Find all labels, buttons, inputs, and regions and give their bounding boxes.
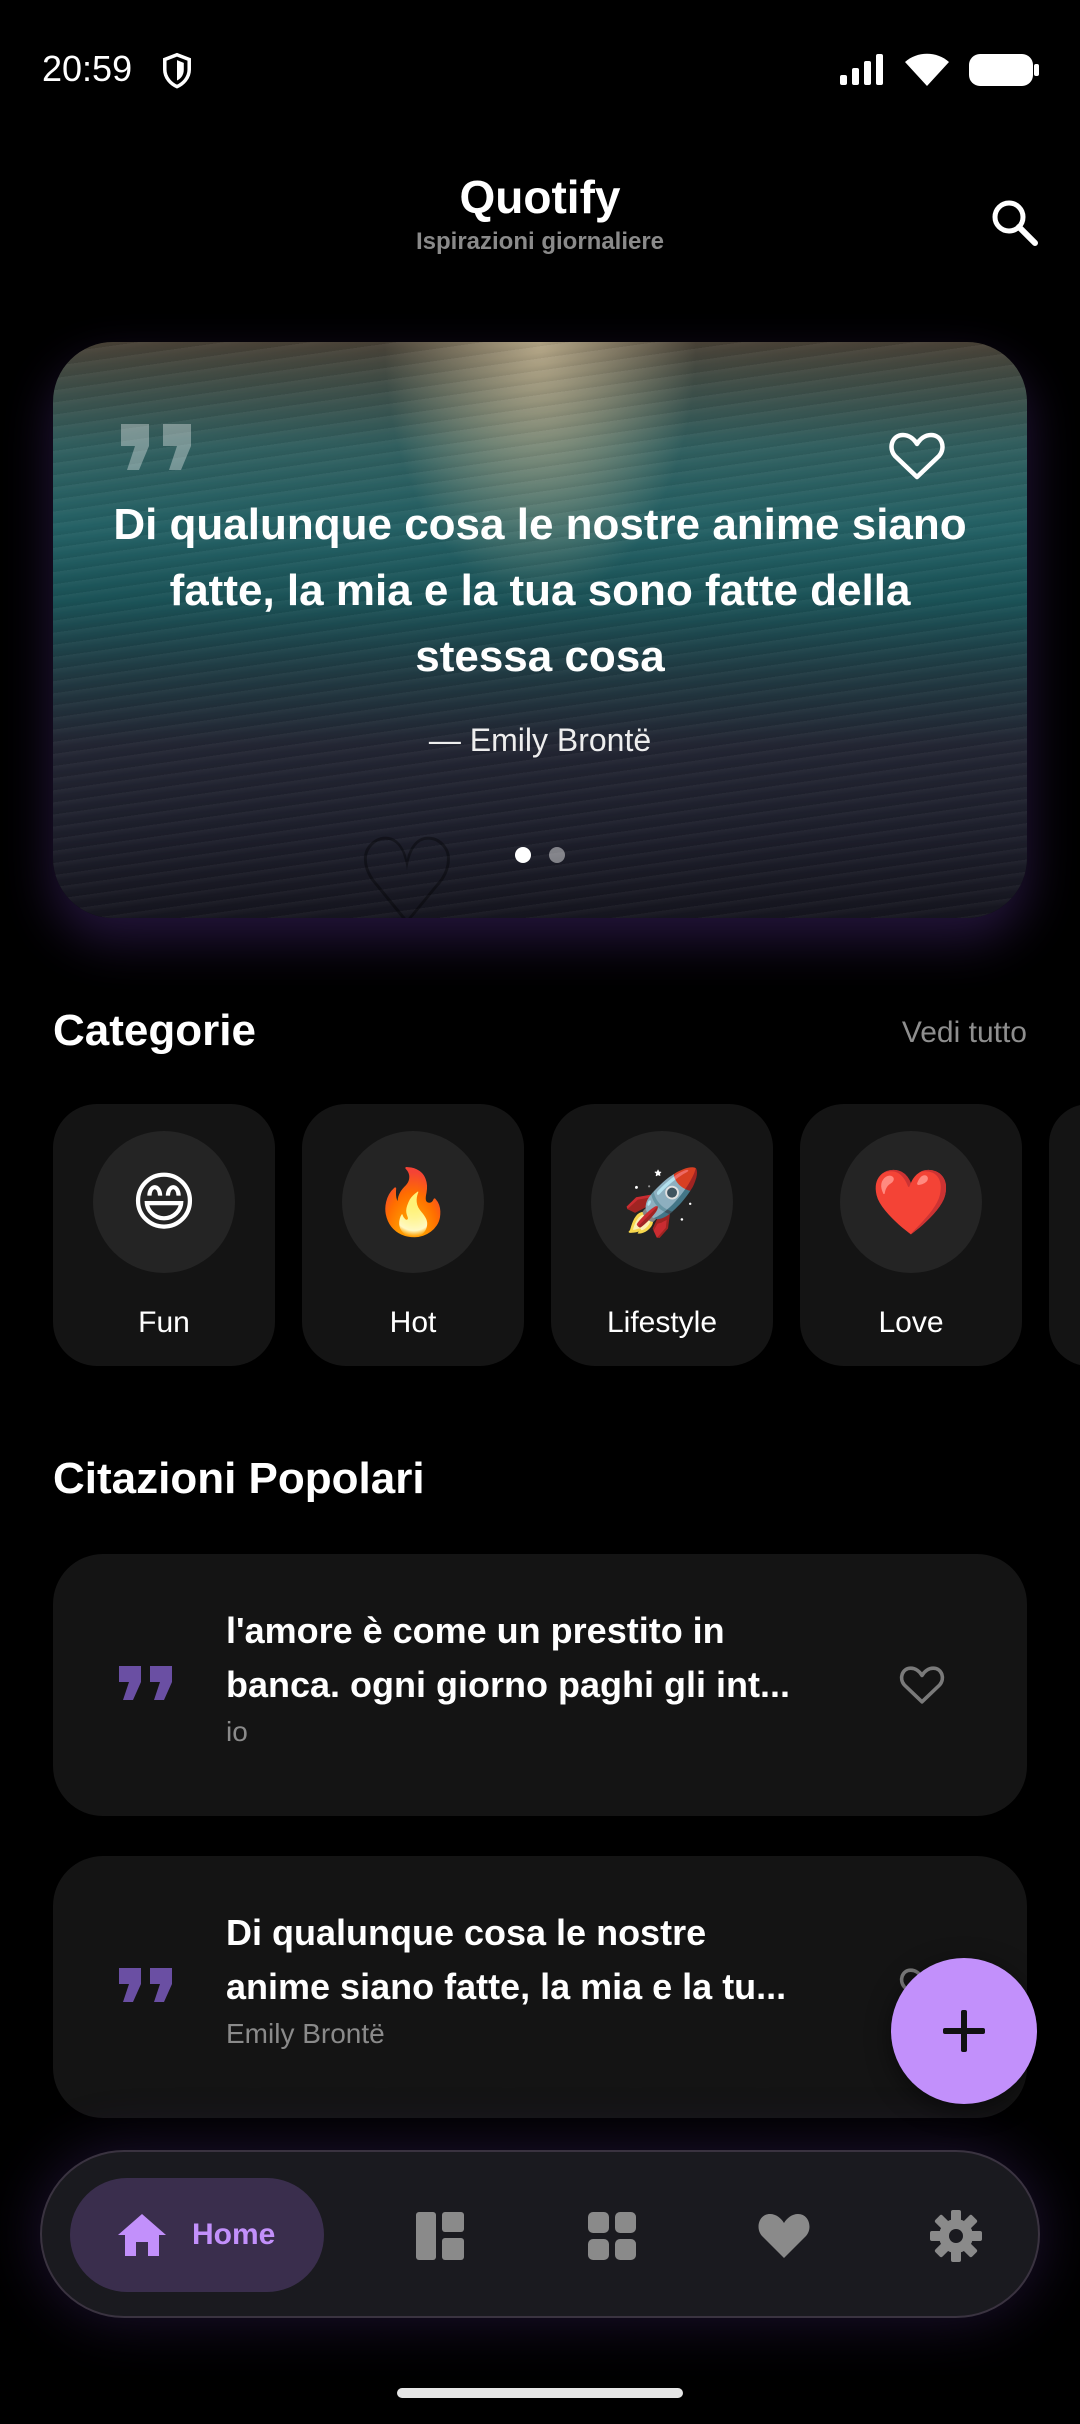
featured-quote-text: Di qualunque cosa le nostre anime siano … [113,500,967,681]
featured-quote-card[interactable]: ♡ Di qualunque cosa le nostre anime sian… [53,342,1027,918]
home-indicator[interactable] [397,2388,683,2398]
search-button[interactable] [976,184,1052,260]
favorite-button[interactable] [897,1660,947,1710]
bottom-navigation: Home [40,2150,1040,2318]
status-icons [838,52,1040,88]
quote-icon [119,1968,172,2002]
quote-text-line: anime siano fatte, la mia e la tu... [226,1966,787,2007]
app-title: Quotify [459,171,621,223]
categories-list: 😄 Fun 🔥 Hot 🚀 Lifestyle ❤️ Love [53,1104,1080,1366]
category-card-lifestyle[interactable]: 🚀 Lifestyle [551,1104,773,1366]
plus-icon [943,2010,985,2052]
page-dot [549,847,565,863]
category-emoji: 🔥 [342,1131,484,1273]
app-subtitle: Ispirazioni giornaliere [415,228,665,255]
home-icon [118,2214,166,2256]
quote-author: io [226,1716,248,1747]
quote-text-line: banca. ogni giorno paghi gli int... [226,1664,790,1705]
category-card-love[interactable]: ❤️ Love [800,1104,1022,1366]
quote-icon [119,1666,172,1700]
featured-quote-author: — Emily Brontë [428,722,652,758]
page-dot-active [515,847,531,863]
categories-title: Categorie [53,1006,256,1055]
battery-icon [969,54,1039,86]
nav-dashboard-tab[interactable] [404,2200,476,2272]
category-emoji: 🚀 [591,1131,733,1273]
quote-card[interactable]: Di qualunque cosa le nostre anime siano … [53,1856,1027,2118]
nav-home-label: Home [192,2218,276,2251]
see-all-link[interactable]: Vedi tutto [902,1016,1027,1050]
category-label: Fun [138,1306,190,1339]
wifi-icon [905,53,949,86]
background-decoration: ♡ [353,812,475,918]
heart-outline-icon [899,1666,945,1704]
nav-settings-tab[interactable] [920,2200,992,2272]
dashboard-icon [416,2212,464,2260]
status-time: 20:59 [42,48,133,89]
category-card-fun[interactable]: 😄 Fun [53,1104,275,1366]
category-card-hot[interactable]: 🔥 Hot [302,1104,524,1366]
page-indicator [53,847,1027,863]
favorite-button[interactable] [887,426,947,486]
category-label: Lifestyle [606,1306,718,1339]
nav-categories-tab[interactable] [576,2200,648,2272]
grid-icon [588,2212,636,2260]
quote-text: l'amore è come un prestito in banca. ogn… [226,1604,806,1712]
category-card-partial[interactable] [1049,1104,1080,1366]
category-emoji: ❤️ [840,1131,982,1273]
quote-author: Emily Brontë [226,2018,385,2049]
quote-text: Di qualunque cosa le nostre anime siano … [226,1906,806,2014]
heart-outline-icon [889,432,945,480]
category-label: Hot [389,1306,437,1339]
app-header: Quotify Ispirazioni giornaliere [0,170,1080,280]
quote-icon [121,424,191,470]
quote-card[interactable]: l'amore è come un prestito in banca. ogn… [53,1554,1027,1816]
quote-text-line: l'amore è come un prestito in [226,1610,725,1651]
add-quote-button[interactable] [891,1958,1037,2104]
gear-icon [930,2210,982,2262]
nav-home-tab[interactable]: Home [70,2178,324,2292]
category-label: Love [878,1306,944,1339]
quote-text-line: Di qualunque cosa le nostre [226,1912,707,1953]
shield-icon [163,52,191,89]
heart-icon [758,2214,810,2258]
signal-icon [840,54,883,85]
category-emoji: 😄 [93,1131,235,1273]
nav-favorites-tab[interactable] [748,2200,820,2272]
search-icon [992,200,1038,246]
popular-quotes-title: Citazioni Popolari [53,1454,425,1503]
status-bar: 20:59 [0,0,1080,140]
